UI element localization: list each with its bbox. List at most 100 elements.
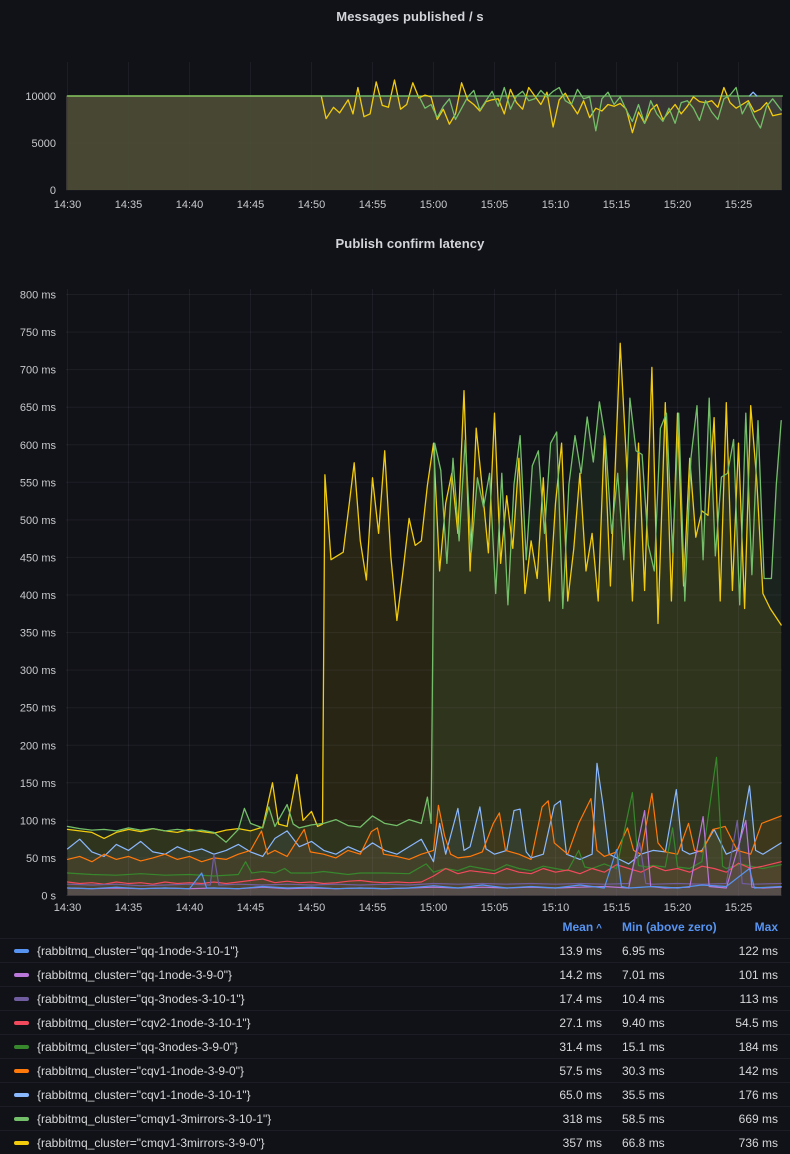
min-value: 6.95 ms [602,944,724,958]
mean-value: 14.2 ms [522,968,602,982]
x-axis-label: 14:45 [237,199,265,211]
legend-row: {rabbitmq_cluster="qq-3nodes-3-9-0"} 31.… [0,1034,790,1058]
x-axis-label: 15:25 [725,902,753,914]
messages-published-chart[interactable]: 100005000014:3014:3514:4014:4514:5014:55… [0,0,790,230]
y-axis-label: 10000 [25,91,56,103]
legend-series-toggle[interactable]: {rabbitmq_cluster="qq-3nodes-3-9-0"} [0,1040,522,1054]
mean-value: 357 ms [522,1136,602,1150]
max-value: 122 ms [724,944,778,958]
max-value: 101 ms [724,968,778,982]
series-color-swatch [14,1069,29,1073]
y-axis-label: 800 ms [20,290,57,302]
y-axis-label: 650 ms [20,402,57,414]
series-label: {rabbitmq_cluster="cmqv1-3mirrors-3-9-0"… [37,1136,265,1150]
series-label: {rabbitmq_cluster="cqv1-1node-3-9-0"} [37,1064,244,1078]
legend-series-toggle[interactable]: {rabbitmq_cluster="qq-3nodes-3-10-1"} [0,992,522,1006]
min-value: 66.8 ms [602,1136,724,1150]
y-axis-label: 350 ms [20,628,57,640]
legend-table: Mean^ Min (above zero) Max {rabbitmq_clu… [0,916,790,1154]
x-axis-label: 15:25 [725,199,753,211]
y-axis-label: 0 s [41,891,56,903]
y-axis-label: 450 ms [20,552,57,564]
x-axis-label: 15:00 [420,902,448,914]
mean-value: 31.4 ms [522,1040,602,1054]
x-axis-label: 14:35 [115,902,143,914]
y-axis-label: 550 ms [20,477,57,489]
legend-row: {rabbitmq_cluster="cqv1-1node-3-9-0"} 57… [0,1058,790,1082]
legend-series-toggle[interactable]: {rabbitmq_cluster="cqv1-1node-3-10-1"} [0,1088,522,1102]
series-label: {rabbitmq_cluster="qq-1node-3-10-1"} [37,944,239,958]
y-axis-label: 500 ms [20,515,57,527]
x-axis-label: 14:40 [176,199,204,211]
x-axis-label: 15:00 [420,199,448,211]
legend-header-max[interactable]: Max [724,920,778,934]
min-value: 10.4 ms [602,992,724,1006]
series-label: {rabbitmq_cluster="cqv1-1node-3-10-1"} [37,1088,251,1102]
x-axis-label: 15:05 [481,199,509,211]
x-axis-label: 14:30 [54,199,82,211]
publish-confirm-latency-chart[interactable]: 800 ms750 ms700 ms650 ms600 ms550 ms500 … [0,230,790,916]
x-axis-label: 14:40 [176,902,204,914]
min-value: 58.5 ms [602,1112,724,1126]
x-axis-label: 14:55 [359,199,387,211]
y-axis-label: 100 ms [20,815,57,827]
x-axis-label: 15:10 [542,902,570,914]
y-axis-label: 150 ms [20,778,57,790]
x-axis-label: 15:15 [603,199,631,211]
min-value: 9.40 ms [602,1016,724,1030]
series-color-swatch [14,1093,29,1097]
grafana-dashboard: { "colors":{ "background":"#111217", "te… [0,0,790,1144]
legend-header-row: Mean^ Min (above zero) Max [0,916,790,938]
x-axis-label: 14:45 [237,902,265,914]
series-label: {rabbitmq_cluster="cmqv1-3mirrors-3-10-1… [37,1112,271,1126]
x-axis-label: 15:15 [603,902,631,914]
max-value: 669 ms [724,1112,778,1126]
min-value: 35.5 ms [602,1088,724,1102]
legend-series-toggle[interactable]: {rabbitmq_cluster="cqv2-1node-3-10-1"} [0,1016,522,1030]
series-color-swatch [14,973,29,977]
legend-header-mean[interactable]: Mean^ [522,920,602,934]
legend-row: {rabbitmq_cluster="cmqv1-3mirrors-3-9-0"… [0,1130,790,1154]
min-value: 30.3 ms [602,1064,724,1078]
legend-header-min[interactable]: Min (above zero) [602,920,724,934]
legend-row: {rabbitmq_cluster="qq-3nodes-3-10-1"} 17… [0,986,790,1010]
y-axis-label: 750 ms [20,327,57,339]
legend-row: {rabbitmq_cluster="cqv1-1node-3-10-1"} 6… [0,1082,790,1106]
series-color-swatch [14,1021,29,1025]
max-value: 54.5 ms [724,1016,778,1030]
x-axis-label: 14:50 [298,199,326,211]
max-value: 142 ms [724,1064,778,1078]
legend-series-toggle[interactable]: {rabbitmq_cluster="qq-1node-3-10-1"} [0,944,522,958]
legend-row: {rabbitmq_cluster="cqv2-1node-3-10-1"} 2… [0,1010,790,1034]
x-axis-label: 14:55 [359,902,387,914]
series-color-swatch [14,949,29,953]
max-value: 736 ms [724,1136,778,1150]
x-axis-label: 14:50 [298,902,326,914]
mean-value: 65.0 ms [522,1088,602,1102]
series-label: {rabbitmq_cluster="cqv2-1node-3-10-1"} [37,1016,251,1030]
series-color-swatch [14,997,29,1001]
mean-value: 27.1 ms [522,1016,602,1030]
y-axis-label: 600 ms [20,440,57,452]
legend-row: {rabbitmq_cluster="cmqv1-3mirrors-3-10-1… [0,1106,790,1130]
y-axis-label: 250 ms [20,703,57,715]
legend-series-toggle[interactable]: {rabbitmq_cluster="cmqv1-3mirrors-3-9-0"… [0,1136,522,1150]
series-color-swatch [14,1045,29,1049]
legend-series-toggle[interactable]: {rabbitmq_cluster="cmqv1-3mirrors-3-10-1… [0,1112,522,1126]
max-value: 176 ms [724,1088,778,1102]
min-value: 15.1 ms [602,1040,724,1054]
series-label: {rabbitmq_cluster="qq-1node-3-9-0"} [37,968,232,982]
legend-series-toggle[interactable]: {rabbitmq_cluster="qq-1node-3-9-0"} [0,968,522,982]
y-axis-label: 300 ms [20,665,57,677]
legend-series-toggle[interactable]: {rabbitmq_cluster="cqv1-1node-3-9-0"} [0,1064,522,1078]
series-label: {rabbitmq_cluster="qq-3nodes-3-10-1"} [37,992,245,1006]
series-color-swatch [14,1117,29,1121]
x-axis-label: 15:20 [664,199,692,211]
max-value: 184 ms [724,1040,778,1054]
mean-value: 17.4 ms [522,992,602,1006]
x-axis-label: 15:10 [542,199,570,211]
legend-row: {rabbitmq_cluster="qq-1node-3-10-1"} 13.… [0,938,790,962]
x-axis-label: 14:30 [54,902,82,914]
min-value: 7.01 ms [602,968,724,982]
legend-row: {rabbitmq_cluster="qq-1node-3-9-0"} 14.2… [0,962,790,986]
